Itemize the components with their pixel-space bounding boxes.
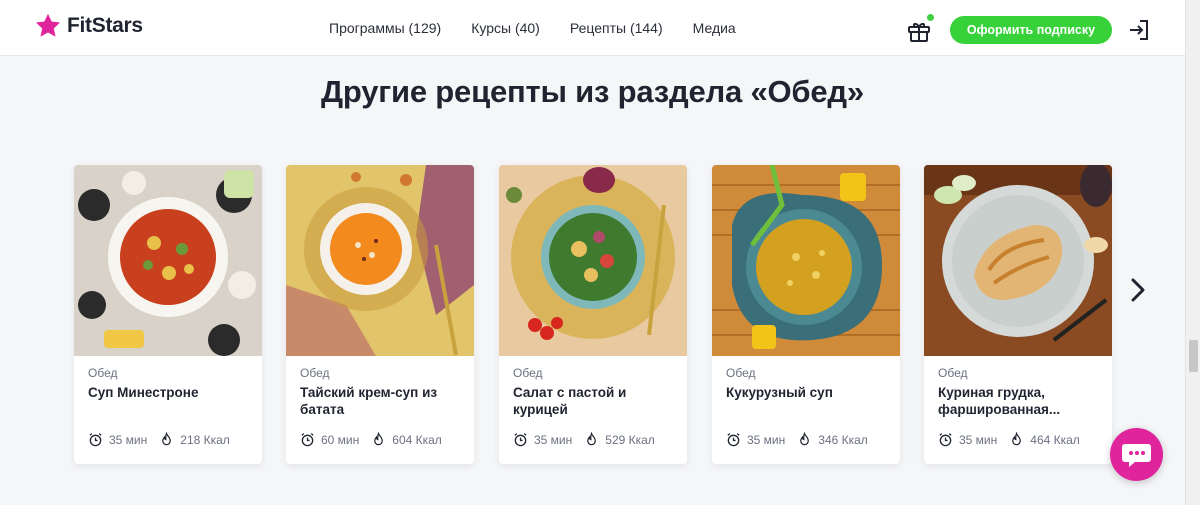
recipe-image [712, 165, 900, 356]
calories: 346 Ккал [818, 432, 868, 447]
recipe-category: Обед [300, 366, 330, 380]
recipe-category: Обед [88, 366, 118, 380]
recipe-card[interactable]: Обед Суп Минестроне 35 мин 218 Ккал [74, 165, 262, 464]
flame-icon [1012, 432, 1022, 446]
main-nav: Программы (129) Курсы (40) Рецепты (144)… [329, 20, 736, 36]
scrollbar-thumb[interactable] [1189, 340, 1198, 372]
logo[interactable]: FitStars [34, 12, 143, 40]
cook-time: 35 мин [959, 432, 998, 447]
alarm-clock-icon [939, 433, 952, 447]
recipe-title: Куриная грудка, фаршированная... [938, 385, 1061, 417]
flame-icon [587, 432, 597, 446]
alarm-clock-icon [727, 433, 740, 447]
recipe-category: Обед [726, 366, 756, 380]
notification-dot [927, 14, 934, 21]
cook-time: 60 мин [321, 432, 360, 447]
nav-media[interactable]: Медиа [693, 20, 736, 36]
recipe-image [499, 165, 687, 356]
recipe-card[interactable]: Обед Салат с пастой и курицей 35 мин 529… [499, 165, 687, 464]
nav-programs[interactable]: Программы (129) [329, 20, 441, 36]
chat-button[interactable] [1110, 428, 1163, 481]
calories: 218 Ккал [180, 432, 230, 447]
cook-time: 35 мин [109, 432, 148, 447]
calories: 529 Ккал [605, 432, 655, 447]
calories: 604 Ккал [392, 432, 442, 447]
nav-courses[interactable]: Курсы (40) [471, 20, 540, 36]
chat-bubble-icon [1122, 444, 1151, 467]
cook-time: 35 мин [747, 432, 786, 447]
recipe-meta: 60 мин 604 Ккал [300, 432, 442, 447]
recipe-title: Суп Минестроне [88, 385, 199, 400]
scrollbar[interactable] [1185, 0, 1200, 505]
recipe-title: Тайский крем-суп из батата [300, 385, 438, 417]
recipe-title: Кукурузный суп [726, 385, 833, 400]
flame-icon [800, 432, 810, 446]
recipe-meta: 35 мин 464 Ккал [938, 432, 1080, 447]
gift-icon[interactable] [906, 18, 932, 44]
recipe-image [286, 165, 474, 356]
nav-recipes[interactable]: Рецепты (144) [570, 20, 663, 36]
recipe-card[interactable]: Обед Куриная грудка, фаршированная... 35… [924, 165, 1112, 464]
star-logo-icon [35, 13, 61, 37]
recipe-meta: 35 мин 346 Ккал [726, 432, 868, 447]
recipe-image [924, 165, 1112, 356]
calories: 464 Ккал [1030, 432, 1080, 447]
recipe-meta: 35 мин 529 Ккал [513, 432, 655, 447]
flame-icon [162, 432, 172, 446]
recipe-card[interactable]: Обед Кукурузный суп 35 мин 346 Ккал [712, 165, 900, 464]
alarm-clock-icon [89, 433, 102, 447]
section-title: Другие рецепты из раздела «Обед» [321, 74, 864, 109]
recipe-title: Салат с пастой и курицей [513, 385, 627, 417]
recipe-meta: 35 мин 218 Ккал [88, 432, 230, 447]
login-icon[interactable] [1127, 18, 1151, 42]
flame-icon [374, 432, 384, 446]
recipe-image [74, 165, 262, 356]
alarm-clock-icon [301, 433, 314, 447]
top-header: FitStars Программы (129) Курсы (40) Реце… [0, 0, 1185, 56]
recipe-category: Обед [938, 366, 968, 380]
alarm-clock-icon [514, 433, 527, 447]
logo-text: FitStars [67, 14, 143, 37]
cook-time: 35 мин [534, 432, 573, 447]
chevron-right-icon[interactable] [1126, 275, 1150, 305]
subscribe-button[interactable]: Оформить подписку [950, 16, 1112, 44]
recipe-category: Обед [513, 366, 543, 380]
recipe-card[interactable]: Обед Тайский крем-суп из батата 60 мин 6… [286, 165, 474, 464]
